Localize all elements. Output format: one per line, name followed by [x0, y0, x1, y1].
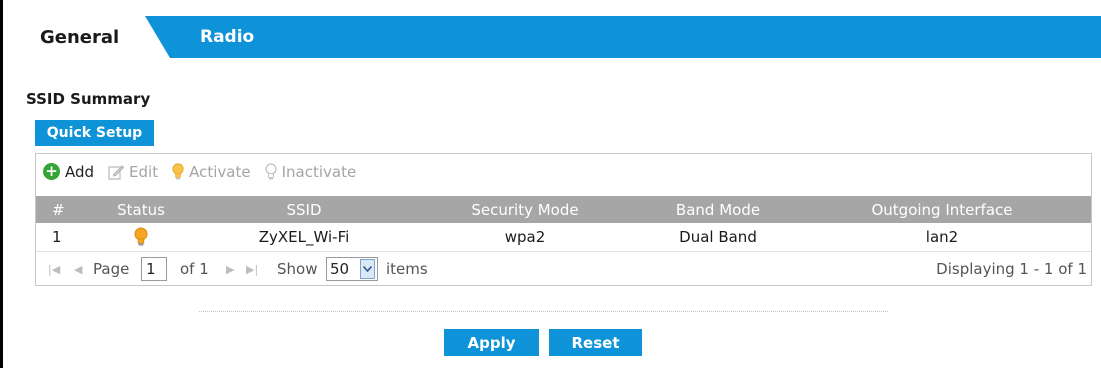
- row-ssid: ZyXEL_Wi-Fi: [258, 228, 350, 246]
- edit-button[interactable]: Edit: [108, 163, 158, 181]
- edit-icon: [108, 164, 125, 180]
- divider: [199, 311, 888, 312]
- header-security-mode[interactable]: Security Mode: [407, 196, 643, 223]
- toolbar: + Add Edit Activate Inactivate: [36, 154, 1091, 189]
- row-num: 1: [52, 228, 62, 246]
- page-label: Page: [93, 260, 130, 278]
- chevron-down-icon[interactable]: [360, 259, 375, 279]
- row-status: [81, 223, 201, 251]
- section-title: SSID Summary: [26, 90, 151, 108]
- ssid-panel: + Add Edit Activate Inactivate # Status …: [35, 153, 1092, 286]
- header-outgoing-interface[interactable]: Outgoing Interface: [793, 196, 1091, 223]
- row-outgoing-interface: lan2: [925, 228, 959, 246]
- tab-radio[interactable]: Radio: [200, 16, 254, 58]
- pager: |◀ ◀ Page of 1 ▶ ▶| Show 50 items Displa…: [36, 251, 1091, 285]
- header-num[interactable]: #: [36, 196, 81, 223]
- page-input-wrap: [141, 252, 167, 286]
- items-label: items: [386, 260, 428, 278]
- inactivate-button[interactable]: Inactivate: [265, 162, 357, 181]
- activate-button[interactable]: Activate: [172, 162, 251, 181]
- table-header: # Status SSID Security Mode Band Mode Ou…: [36, 196, 1091, 223]
- add-button[interactable]: + Add: [43, 163, 94, 181]
- of-label: of 1: [180, 260, 209, 278]
- edit-label: Edit: [129, 162, 159, 181]
- reset-button[interactable]: Reset: [549, 329, 642, 356]
- show-label: Show: [277, 260, 318, 278]
- page-size-select[interactable]: 50: [326, 252, 378, 286]
- row-band-mode: Dual Band: [679, 228, 757, 246]
- next-page-icon[interactable]: ▶: [226, 252, 234, 286]
- last-page-icon[interactable]: ▶|: [246, 252, 258, 286]
- left-border: [0, 0, 3, 368]
- row-security-mode: wpa2: [504, 228, 546, 246]
- inactivate-label: Inactivate: [281, 162, 357, 181]
- table-row[interactable]: 1 ZyXEL_Wi-Fi wpa2 Dual Band lan2: [36, 223, 1091, 251]
- page-input[interactable]: [141, 257, 167, 281]
- tab-bar: General Radio: [15, 16, 1101, 58]
- add-icon: +: [43, 163, 60, 180]
- prev-page-icon[interactable]: ◀: [74, 252, 82, 286]
- apply-button[interactable]: Apply: [444, 329, 539, 356]
- quick-setup-button[interactable]: Quick Setup: [35, 120, 154, 146]
- header-status[interactable]: Status: [81, 196, 201, 223]
- displaying-label: Displaying 1 - 1 of 1: [936, 260, 1087, 278]
- tab-general[interactable]: General: [15, 16, 170, 58]
- bulb-on-icon: [172, 162, 184, 179]
- page-size-value: 50: [330, 260, 350, 278]
- add-label: Add: [65, 162, 95, 181]
- header-band-mode[interactable]: Band Mode: [643, 196, 793, 223]
- bulb-off-icon: [265, 163, 277, 179]
- activate-label: Activate: [189, 162, 251, 181]
- header-ssid[interactable]: SSID: [201, 196, 407, 223]
- first-page-icon[interactable]: |◀: [48, 252, 60, 286]
- page-frame: General Radio SSID Summary Quick Setup +…: [0, 0, 1101, 368]
- bulb-on-icon: [134, 227, 148, 246]
